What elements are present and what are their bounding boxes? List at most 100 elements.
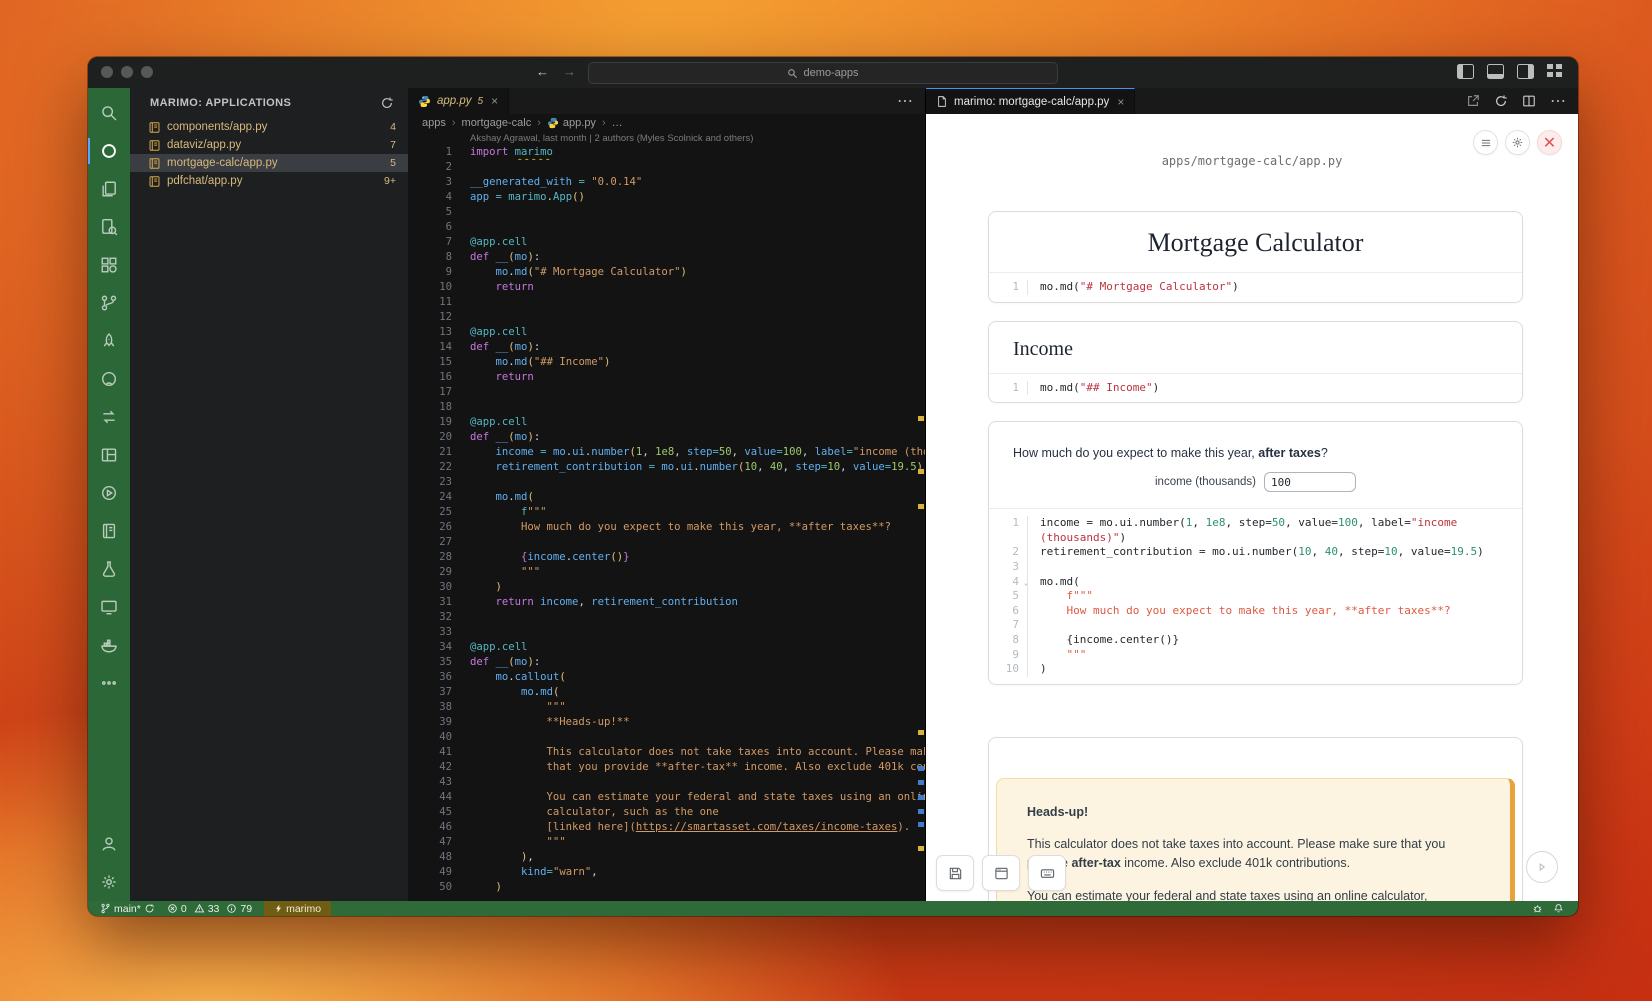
sidebar-item-pdfchat[interactable]: pdfchat/app.py9+ [130,172,408,190]
breadcrumb-item[interactable]: app.py [547,117,596,129]
code-line: 14def __(mo): [408,340,925,355]
code-line: 13@app.cell [408,325,925,340]
problems-badge: 4 [390,121,396,133]
sidebar-item-components[interactable]: components/app.py4 [130,118,408,136]
callout-paragraph: This calculator does not take taxes into… [1027,835,1457,874]
sidebar-item-dataviz[interactable]: dataviz/app.py7 [130,136,408,154]
toggle-panel-icon[interactable] [1487,64,1504,79]
lightning-icon [274,903,283,914]
sidebar-item-mortgage-calc[interactable]: mortgage-calc/app.py5 [130,154,408,172]
activity-compare-arrows[interactable] [88,398,130,436]
activity-layout[interactable] [88,436,130,474]
command-center-search[interactable]: demo-apps [588,62,1058,84]
refresh-icon[interactable] [1494,94,1508,108]
debug-icon[interactable] [1532,903,1543,914]
activity-settings-gear[interactable] [88,863,130,901]
cell-code[interactable]: 1mo.md("# Mortgage Calculator") [989,272,1522,302]
tab-problems-badge: 5 [478,96,484,107]
nav-back-icon[interactable]: ← [536,64,549,79]
code-line: 10 return [408,280,925,295]
run-button[interactable] [1526,851,1558,883]
settings-gear-button[interactable] [1505,130,1530,155]
zoom-window-button[interactable] [141,66,153,78]
activity-account[interactable] [88,825,130,863]
open-external-icon[interactable] [1466,94,1480,108]
breadcrumb-item[interactable]: apps [422,117,446,129]
breadcrumb-item[interactable]: mortgage-calc [462,117,532,129]
refresh-icon[interactable] [380,96,394,110]
notebook-icon [148,121,161,134]
activity-blocks[interactable] [88,246,130,284]
code-editor[interactable]: Akshay Agrawal, last month | 2 authors (… [408,132,925,901]
close-tab-icon[interactable]: × [491,94,498,108]
codelens-blame[interactable]: Akshay Agrawal, last month | 2 authors (… [408,132,925,145]
activity-notebook[interactable] [88,512,130,550]
play-circle-icon [100,484,118,502]
code-line: 36 mo.callout( [408,670,925,685]
activity-play-circle[interactable] [88,474,130,512]
branch-status[interactable]: main* [88,901,161,916]
menu-button[interactable] [1473,130,1498,155]
cell-code[interactable]: 1income = mo.ui.number(1, 1e8, step=50, … [989,508,1522,684]
split-editor-icon[interactable] [1522,94,1536,108]
close-app-button[interactable]: ✕ [1537,130,1562,155]
activity-more[interactable] [88,664,130,702]
problems-status[interactable]: 0 33 79 [161,901,258,916]
code-line: 42 that you provide **after-tax** income… [408,760,925,775]
devices-icon [100,598,118,616]
close-tab-icon[interactable]: × [1117,95,1124,109]
close-window-button[interactable] [101,66,113,78]
tab-app-py[interactable]: app.py 5 × [408,88,509,114]
warnings-icon [194,903,205,914]
more-actions-icon[interactable]: ⋯ [1550,91,1566,111]
code-line: 2retirement_contribution = mo.ui.number(… [989,545,1510,560]
code-line: 22 retirement_contribution = mo.ui.numbe… [408,460,925,475]
nav-forward-icon[interactable]: → [563,64,576,79]
minimize-window-button[interactable] [121,66,133,78]
breadcrumb-item[interactable]: … [612,117,623,129]
income-input-label: income (thousands) [1155,476,1256,488]
customize-layout-icon[interactable] [1547,64,1562,77]
bell-icon[interactable] [1553,903,1564,914]
activity-marimo[interactable] [88,132,130,170]
keyboard-button[interactable] [1028,855,1066,891]
toggle-secondary-sidebar-icon[interactable] [1517,64,1534,79]
callout-title: Heads-up! [1027,805,1476,819]
code-line: 23 [408,475,925,490]
activity-docker[interactable] [88,626,130,664]
code-line: 41 This calculator does not take taxes i… [408,745,925,760]
search-icon [787,68,798,79]
save-button[interactable] [936,855,974,891]
code-line: 15 mo.md("## Income") [408,355,925,370]
activity-pages[interactable] [88,170,130,208]
breadcrumb[interactable]: apps›mortgage-calc›app.py›… [408,114,925,132]
activity-bar [88,88,130,901]
tab-marimo-preview[interactable]: marimo: mortgage-calc/app.py × [926,88,1135,114]
more-actions-icon[interactable]: ⋯ [897,91,913,111]
code-line: 4app = marimo.App() [408,190,925,205]
code-line: 25 f""" [408,505,925,520]
cell-income-input: How much do you expect to make this year… [988,421,1523,685]
activity-git-branch[interactable] [88,284,130,322]
pages-icon [100,180,118,198]
activity-devices[interactable] [88,588,130,626]
code-line: 11 [408,295,925,310]
activity-rocket[interactable] [88,322,130,360]
income-number-input[interactable] [1264,472,1356,492]
activity-search[interactable] [88,94,130,132]
code-line: 7 [989,618,1510,633]
code-line: 9 """ [989,648,1510,663]
toggle-primary-sidebar-icon[interactable] [1457,64,1474,79]
marimo-status[interactable]: marimo [264,901,331,916]
cell-code[interactable]: 1mo.md("## Income") [989,373,1522,403]
python-icon [547,117,559,129]
status-bar: main* 0 33 79 marimo [88,901,1578,916]
code-line: 33 [408,625,925,640]
code-line: 21 income = mo.ui.number(1, 1e8, step=50… [408,445,925,460]
code-line: 50 ) [408,880,925,895]
activity-beaker[interactable] [88,550,130,588]
activity-file-search[interactable] [88,208,130,246]
activity-github[interactable] [88,360,130,398]
window-button[interactable] [982,855,1020,891]
problems-badge: 5 [390,157,396,169]
